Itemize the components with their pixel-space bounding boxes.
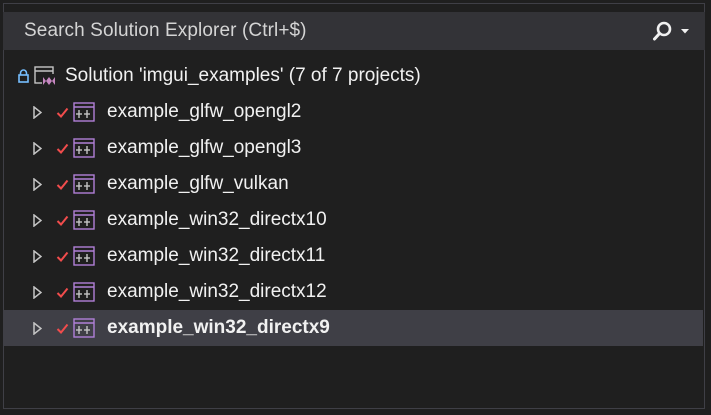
expand-arrow-icon[interactable] [31, 141, 43, 155]
tree-item-project-startup[interactable]: example_win32_directx9 [3, 310, 703, 346]
project-label: example_win32_directx11 [107, 245, 326, 266]
cpp-project-icon [73, 174, 95, 194]
cpp-project-icon [73, 282, 95, 302]
cpp-project-icon [73, 102, 95, 122]
tree-item-project[interactable]: example_glfw_opengl3 [3, 130, 703, 166]
cpp-project-icon [73, 318, 95, 338]
expand-arrow-icon[interactable] [31, 213, 43, 227]
checkmark-icon [55, 251, 69, 262]
search-options-button[interactable] [645, 18, 697, 44]
project-label: example_glfw_vulkan [107, 173, 289, 194]
expand-arrow-icon[interactable] [31, 285, 43, 299]
solution-node[interactable]: Solution 'imgui_examples' (7 of 7 projec… [3, 58, 703, 94]
project-label: example_win32_directx10 [107, 209, 327, 230]
dropdown-arrow-icon[interactable] [680, 27, 690, 35]
tree-item-project[interactable]: example_win32_directx11 [3, 238, 703, 274]
project-label: example_glfw_opengl2 [107, 101, 302, 122]
tree-item-project[interactable]: example_win32_directx12 [3, 274, 703, 310]
solution-icon [34, 66, 56, 86]
tree-item-project[interactable]: example_win32_directx10 [3, 202, 703, 238]
cpp-project-icon [73, 138, 95, 158]
checkmark-icon [55, 287, 69, 298]
tree-item-project[interactable]: example_glfw_opengl2 [3, 94, 703, 130]
project-label: example_glfw_opengl3 [107, 137, 302, 158]
expand-arrow-icon[interactable] [31, 249, 43, 263]
search-icon[interactable] [652, 20, 674, 42]
cpp-project-icon [73, 246, 95, 266]
checkmark-icon [55, 215, 69, 226]
lock-icon [16, 69, 30, 83]
checkmark-icon [55, 179, 69, 190]
tree-item-project[interactable]: example_glfw_vulkan [3, 166, 703, 202]
cpp-project-icon [73, 210, 95, 230]
expand-arrow-icon[interactable] [31, 177, 43, 191]
checkmark-icon [55, 143, 69, 154]
solution-label: Solution 'imgui_examples' (7 of 7 projec… [65, 65, 421, 86]
project-label: example_win32_directx12 [107, 281, 327, 302]
checkmark-icon [55, 107, 69, 118]
solution-tree: Solution 'imgui_examples' (7 of 7 projec… [3, 58, 703, 346]
project-label: example_win32_directx9 [107, 317, 330, 338]
checkmark-icon [55, 323, 69, 334]
expand-arrow-icon[interactable] [31, 105, 43, 119]
search-box[interactable]: Search Solution Explorer (Ctrl+$) [3, 12, 705, 50]
search-input[interactable]: Search Solution Explorer (Ctrl+$) [24, 20, 307, 42]
expand-arrow-icon[interactable] [31, 321, 43, 335]
